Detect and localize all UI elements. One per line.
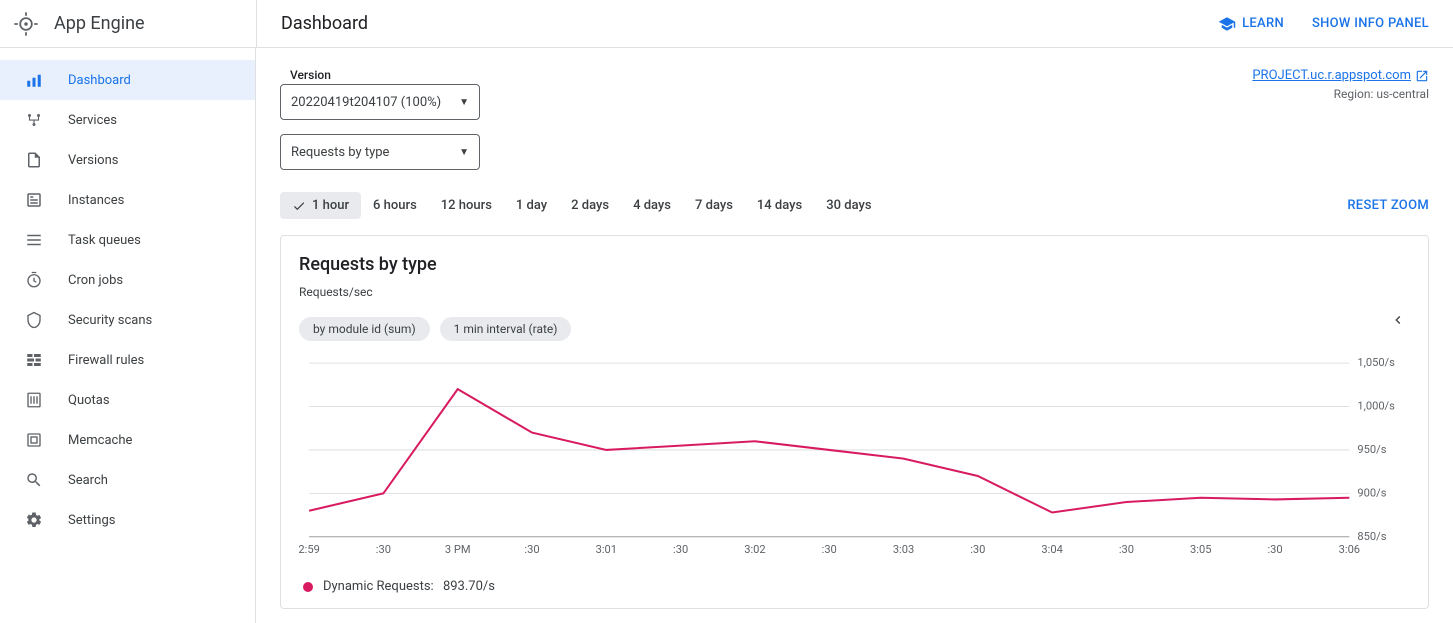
svg-text::30: :30 [673, 543, 688, 556]
versions-icon [24, 150, 44, 170]
chart-title: Requests by type [299, 254, 1410, 275]
sidebar-item-label: Security scans [68, 313, 152, 328]
chip-0[interactable]: by module id (sum) [299, 317, 430, 341]
metric-select[interactable]: Requests by type ▼ [280, 134, 480, 170]
range-6-hours[interactable]: 6 hours [361, 192, 429, 219]
sidebar-item-label: Settings [68, 513, 115, 528]
app-engine-icon [12, 10, 40, 38]
svg-text:3:06: 3:06 [1339, 543, 1360, 556]
sidebar-item-label: Search [68, 473, 108, 488]
dashboard-icon [24, 70, 44, 90]
sidebar-item-quotas[interactable]: Quotas [0, 380, 255, 420]
region-label: Region: us-central [1252, 87, 1429, 101]
sidebar-item-services[interactable]: Services [0, 100, 255, 140]
quotas-icon [24, 390, 44, 410]
sidebar-item-label: Task queues [68, 233, 141, 248]
chart-chips: by module id (sum) 1 min interval (rate) [299, 317, 571, 341]
caret-down-icon: ▼ [459, 147, 469, 158]
brand: App Engine [0, 10, 256, 38]
version-label: Version [290, 68, 480, 82]
sidebar-item-firewall-rules[interactable]: Firewall rules [0, 340, 255, 380]
range-1-day[interactable]: 1 day [504, 192, 559, 219]
svg-text:1,050/s: 1,050/s [1357, 356, 1395, 369]
sidebar-item-task-queues[interactable]: Task queues [0, 220, 255, 260]
search-icon [24, 470, 44, 490]
sidebar-item-instances[interactable]: Instances [0, 180, 255, 220]
sidebar-item-versions[interactable]: Versions [0, 140, 255, 180]
instances-icon [24, 190, 44, 210]
svg-text::30: :30 [1267, 543, 1282, 556]
svg-text:850/s: 850/s [1357, 530, 1386, 543]
range-30-days[interactable]: 30 days [814, 192, 883, 219]
svg-text:3:05: 3:05 [1190, 543, 1211, 556]
memcache-icon [24, 430, 44, 450]
svg-text::30: :30 [524, 543, 539, 556]
taskqueues-icon [24, 230, 44, 250]
check-icon [292, 199, 306, 213]
svg-text:3 PM: 3 PM [445, 543, 471, 556]
range-12-hours[interactable]: 12 hours [429, 192, 504, 219]
services-icon [24, 110, 44, 130]
reset-zoom-button[interactable]: RESET ZOOM [1347, 198, 1429, 213]
sidebar-item-memcache[interactable]: Memcache [0, 420, 255, 460]
sidebar-item-search[interactable]: Search [0, 460, 255, 500]
svg-text:900/s: 900/s [1357, 486, 1386, 499]
sidebar-item-label: Firewall rules [68, 353, 144, 368]
svg-text:3:03: 3:03 [893, 543, 914, 556]
legend-swatch-icon [303, 582, 313, 592]
range-4-days[interactable]: 4 days [621, 192, 683, 219]
sidebar-item-label: Memcache [68, 433, 132, 448]
chart-subtitle: Requests/sec [299, 285, 1410, 299]
version-select[interactable]: 20220419t204107 (100%) ▼ [280, 84, 480, 120]
chart-plot[interactable]: 850/s 900/s 950/s 1,000/s 1,050/s 2:59 :30 3 PM… [299, 355, 1410, 565]
sidebar-item-label: Instances [68, 193, 124, 208]
learn-icon [1218, 15, 1236, 33]
learn-button[interactable]: LEARN [1218, 15, 1284, 33]
range-1-hour[interactable]: 1 hour [280, 192, 361, 219]
chart-legend: Dynamic Requests: 893.70/s [299, 579, 1410, 594]
svg-text:3:01: 3:01 [596, 543, 617, 556]
sidebar-item-label: Versions [68, 153, 118, 168]
page-title: Dashboard [281, 13, 368, 34]
range-2-days[interactable]: 2 days [559, 192, 621, 219]
chart-card: Requests by type Requests/sec by module … [280, 235, 1429, 609]
caret-down-icon: ▼ [459, 97, 469, 108]
range-14-days[interactable]: 14 days [745, 192, 814, 219]
main-content: Version 20220419t204107 (100%) ▼ Request… [256, 48, 1453, 623]
sidebar-item-label: Cron jobs [68, 273, 123, 288]
show-info-panel-button[interactable]: SHOW INFO PANEL [1312, 16, 1429, 31]
svg-text:2:59: 2:59 [299, 543, 320, 556]
cron-icon [24, 270, 44, 290]
sidebar-item-label: Quotas [68, 393, 110, 408]
range-7-days[interactable]: 7 days [683, 192, 745, 219]
sidebar-item-security-scans[interactable]: Security scans [0, 300, 255, 340]
security-icon [24, 310, 44, 330]
project-link[interactable]: PROJECT.uc.r.appspot.com [1252, 68, 1429, 83]
svg-text:950/s: 950/s [1357, 443, 1386, 456]
collapse-button[interactable] [1386, 308, 1410, 332]
firewall-icon [24, 350, 44, 370]
svg-text:3:02: 3:02 [744, 543, 765, 556]
chip-1[interactable]: 1 min interval (rate) [440, 317, 572, 341]
sidebar-item-dashboard[interactable]: Dashboard [0, 60, 255, 100]
external-link-icon [1415, 69, 1429, 83]
svg-text::30: :30 [970, 543, 985, 556]
svg-text::30: :30 [822, 543, 837, 556]
chevron-left-icon [1390, 312, 1406, 328]
sidebar-item-cron-jobs[interactable]: Cron jobs [0, 260, 255, 300]
brand-name: App Engine [54, 13, 145, 34]
sidebar-item-label: Services [68, 113, 117, 128]
sidebar-item-settings[interactable]: Settings [0, 500, 255, 540]
sidebar-item-label: Dashboard [68, 73, 131, 88]
settings-icon [24, 510, 44, 530]
time-range-group: 1 hour6 hours12 hours1 day2 days4 days7 … [280, 192, 884, 219]
svg-text:1,000/s: 1,000/s [1357, 400, 1395, 413]
sidebar: Dashboard Services Versions Instances Task q… [0, 48, 256, 623]
svg-text::30: :30 [1119, 543, 1134, 556]
svg-text::30: :30 [376, 543, 391, 556]
svg-text:3:04: 3:04 [1041, 543, 1062, 556]
